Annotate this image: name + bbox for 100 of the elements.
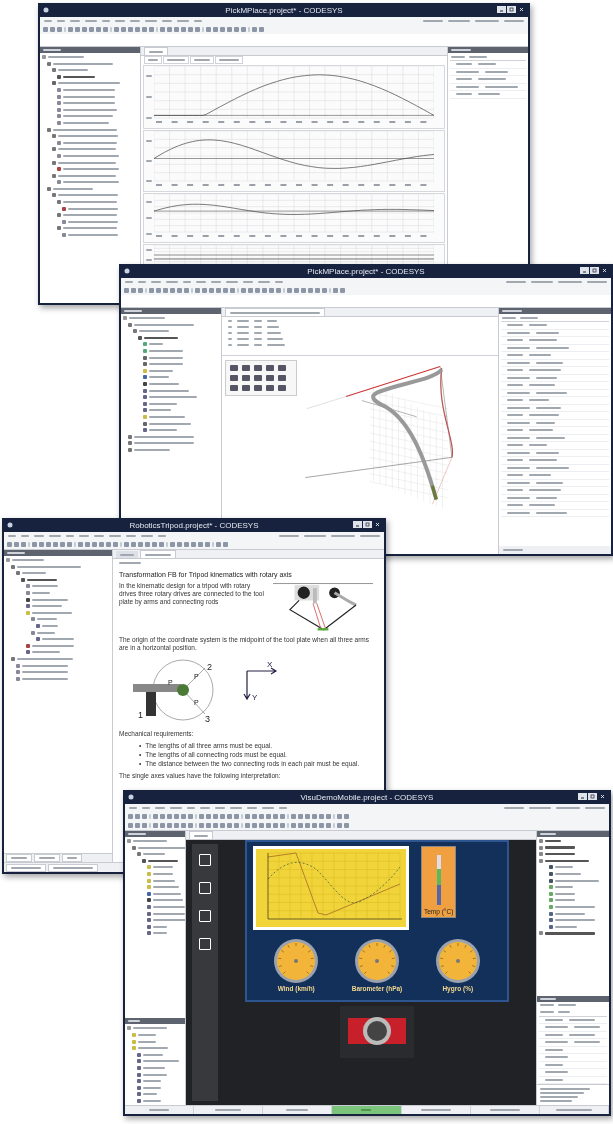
view-tab[interactable] (190, 55, 214, 64)
blurred-label (143, 1060, 179, 1063)
blurred-label (507, 346, 530, 349)
blurred-label (529, 444, 547, 447)
blurred-label (58, 194, 118, 197)
minimize-button[interactable] (497, 6, 506, 13)
minimize-button[interactable] (353, 521, 362, 528)
blurred-label (507, 459, 523, 462)
blurred-label (153, 905, 185, 908)
maximize-button[interactable] (363, 521, 372, 528)
view-tab[interactable] (163, 55, 189, 64)
blurred-label (507, 511, 530, 514)
blurred-label (545, 1018, 563, 1021)
blurred-label (149, 50, 163, 53)
blurred-label (148, 859, 178, 863)
editor-tab[interactable] (140, 550, 176, 558)
blurred-label (536, 331, 559, 334)
blurred-label (17, 565, 81, 568)
view-tab[interactable] (215, 55, 243, 64)
blurred-label (148, 58, 158, 61)
blurred-label (569, 1018, 595, 1021)
square-button[interactable] (199, 910, 211, 922)
blurred-label (536, 406, 561, 409)
maximize-button[interactable] (588, 793, 597, 800)
blurred-label (555, 872, 581, 875)
messages-tab[interactable] (48, 863, 98, 872)
blurred-label (194, 834, 208, 837)
blurred-label (451, 55, 465, 58)
blurred-label (485, 70, 508, 73)
blurred-label (555, 892, 575, 895)
minimize-button[interactable] (578, 793, 587, 800)
blurred-label (545, 1041, 568, 1044)
blurred-label (529, 339, 557, 342)
blurred-label (555, 919, 595, 922)
blurred-label (149, 363, 183, 366)
panel-tab[interactable] (499, 546, 611, 554)
blurred-label (456, 93, 472, 96)
blurred-label (267, 331, 281, 334)
blurred-label (53, 128, 117, 131)
blurred-label (149, 396, 197, 399)
blurred-label (574, 1041, 600, 1044)
maximize-button[interactable] (507, 6, 516, 13)
maximize-button[interactable] (590, 267, 599, 274)
blurred-label (63, 141, 117, 144)
blurred-label (149, 429, 177, 432)
blurred-label (42, 624, 58, 627)
blurred-label (37, 618, 57, 621)
blurred-label (22, 671, 68, 674)
blurred-label (237, 325, 249, 328)
window-title: PickMPlace.project* - CODESYS (307, 266, 425, 278)
blurred-label (68, 234, 118, 237)
blurred-label (267, 343, 285, 346)
blurred-label (63, 154, 119, 157)
blurred-label (507, 489, 523, 492)
editor-tab[interactable] (189, 831, 213, 839)
gauge-dial-drawing (434, 938, 481, 984)
editor-tab[interactable] (225, 308, 325, 316)
minimize-button[interactable] (580, 267, 589, 274)
square-button[interactable] (199, 938, 211, 950)
blurred-label (507, 481, 530, 484)
blurred-label (146, 75, 152, 78)
blurred-label (545, 1048, 563, 1051)
blurred-label (22, 664, 68, 667)
blurred-label (149, 343, 163, 346)
blurred-label (545, 1078, 563, 1081)
blurred-label (529, 459, 557, 462)
blurred-label (32, 644, 74, 647)
view-tab[interactable] (144, 55, 162, 64)
blurred-label (63, 102, 115, 105)
gauge-dial-drawing (354, 938, 400, 984)
blurred-label (507, 331, 530, 334)
blurred-label (478, 93, 500, 96)
editor-tab[interactable] (144, 47, 168, 55)
window-title: VisuDemoMobile.project - CODESYS (300, 792, 434, 804)
arm-number: 1 (138, 710, 143, 720)
blurred-label (545, 1026, 568, 1029)
blurred-label (478, 63, 496, 66)
blurred-label (507, 384, 523, 387)
blurred-label (22, 677, 68, 680)
blurred-label (555, 866, 573, 869)
blurred-label (134, 435, 194, 438)
blurred-label (456, 78, 472, 81)
editor-tab[interactable] (116, 551, 138, 558)
blurred-label (237, 343, 249, 346)
blurred-label (53, 866, 93, 869)
blurred-label (529, 429, 553, 432)
blurred-label (153, 892, 181, 895)
square-button[interactable] (199, 882, 211, 894)
blurred-label (555, 899, 575, 902)
blurred-label (529, 354, 551, 357)
blurred-label (507, 376, 530, 379)
blurred-label (545, 852, 575, 856)
blurred-label (545, 1071, 568, 1074)
blurred-label (536, 346, 569, 349)
square-button[interactable] (199, 854, 211, 866)
blurred-label (555, 879, 599, 882)
app-icon (7, 522, 13, 528)
blurred-label (149, 369, 173, 372)
blurred-label (456, 63, 472, 66)
cross-reference-tab[interactable] (6, 863, 46, 872)
